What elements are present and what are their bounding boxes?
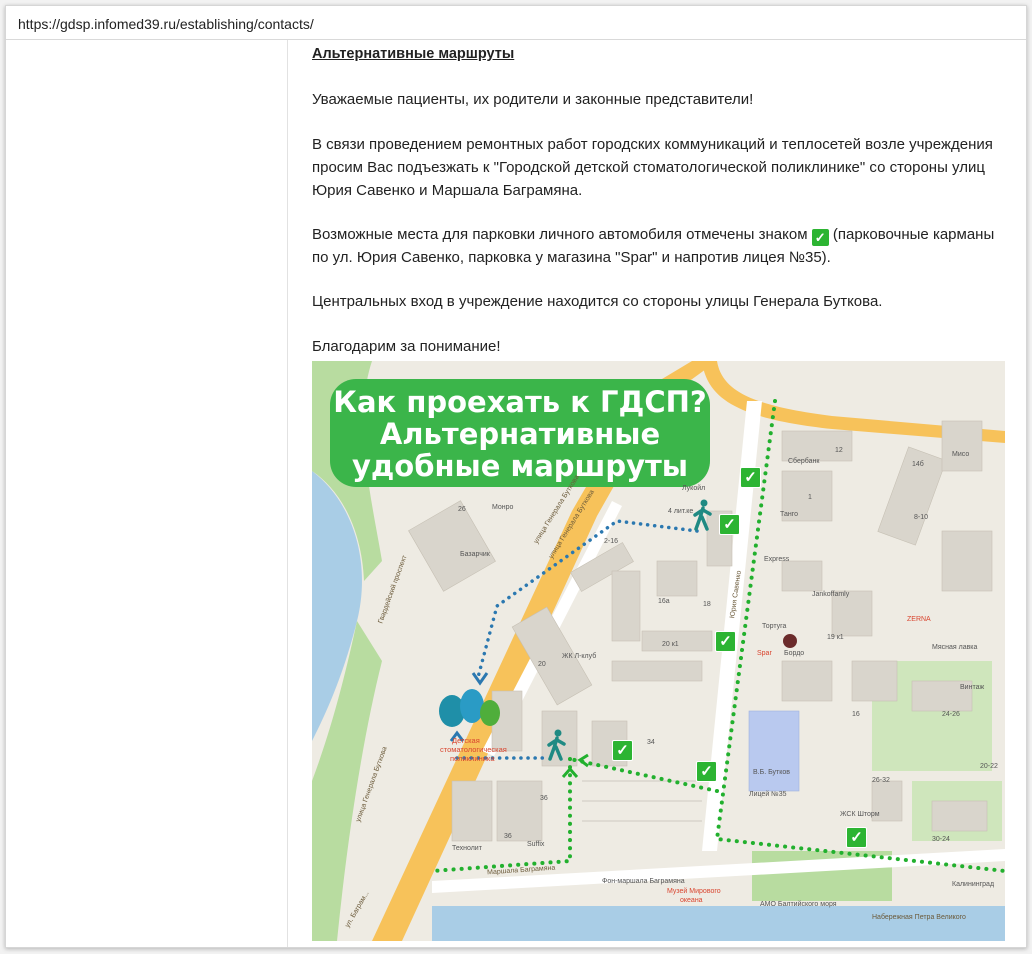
pedestrian-icon — [693, 499, 712, 531]
house-number: 20-22 — [980, 763, 998, 770]
poi-label: Музей Мирового — [667, 888, 721, 895]
parking-check-icon: ✓ — [612, 740, 633, 761]
house-number: 36 — [540, 795, 548, 802]
clinic-label: стоматологическая — [440, 745, 507, 754]
poi-label: Фон-маршала Баграмяна — [602, 878, 685, 885]
left-sidebar — [6, 40, 288, 947]
banner-line-1: Как проехать к ГДСП? — [333, 385, 707, 419]
poi-label: Мясная лавка — [932, 644, 978, 651]
poi-label: АМО Балтийского моря — [760, 901, 837, 908]
parking-check-icon: ✓ — [696, 761, 717, 782]
house-number: 24-26 — [942, 711, 960, 718]
house-number: 36 — [504, 833, 512, 840]
house-number: 12 — [835, 447, 843, 454]
house-number: 20 к1 — [662, 641, 679, 648]
poi-label: Лицей №35 — [749, 791, 787, 798]
house-number: 19 к1 — [827, 634, 844, 641]
house-number: 2-16 — [604, 538, 619, 545]
article-heading: Альтернативные маршруты — [312, 46, 515, 62]
banner-line-3: удобные маршруты — [351, 449, 689, 483]
poi-label: Танго — [780, 511, 799, 518]
house-number: 8-10 — [914, 514, 929, 521]
poi-label: ЖК Л-клуб — [562, 653, 597, 660]
greeting-paragraph: Уважаемые пациенты, их родители и законн… — [312, 91, 754, 108]
poi-label: Бордо — [784, 650, 805, 657]
poi-label: Монро — [492, 504, 514, 511]
house-number: 1 — [808, 494, 812, 501]
clinic-label: Детская — [452, 736, 480, 745]
parking-text-before: Возможные места для парковки личного авт… — [312, 226, 808, 243]
poi-label: океана — [680, 897, 703, 904]
banner-line-2: Альтернативные — [379, 417, 661, 451]
poi-label: Тортуга — [762, 623, 787, 630]
map-banner: Как проехать к ГДСП? Альтернативные удоб… — [330, 379, 710, 487]
poi-label: Калининград — [952, 881, 995, 888]
thanks-paragraph: Благодарим за понимание! — [312, 338, 501, 355]
poi-label: Suffix — [527, 841, 545, 848]
parking-check-icon: ✓ — [846, 827, 867, 848]
notice-paragraph: В связи проведением ремонтных работ горо… — [312, 136, 993, 199]
pedestrian-icon — [547, 729, 566, 761]
house-number: 4 лит.ке — [668, 508, 694, 515]
parking-check-icon: ✓ — [740, 467, 761, 488]
poi-label: ЖСК Шторм — [840, 811, 880, 818]
poi-label: В.Б. Бутков — [753, 769, 790, 776]
house-number: 26-32 — [872, 777, 890, 784]
entrance-paragraph: Центральных вход в учреждение находится … — [312, 293, 883, 310]
route-map-image: Как проехать к ГДСП? Альтернативные удоб… — [312, 361, 1005, 941]
poi-label: Мисо — [952, 451, 970, 458]
house-number: 16 — [852, 711, 860, 718]
poi-label: Jankoffamly — [812, 591, 850, 598]
house-number: 30-24 — [932, 836, 950, 843]
poi-label: Базарчик — [460, 551, 490, 558]
street-label: Набережная Петра Великого — [872, 914, 966, 921]
parking-paragraph: Возможные места для парковки личного авт… — [312, 223, 1012, 269]
poi-label: Spar — [757, 650, 772, 657]
poi-label: ZERNA — [907, 616, 931, 623]
house-number: 18 — [703, 601, 711, 608]
poi-label: Винтаж — [960, 684, 985, 691]
poi-label: Сбербанк — [788, 458, 820, 465]
poi-label: Express — [764, 556, 790, 563]
house-number: 14б — [912, 461, 924, 468]
house-number: 26 — [458, 506, 466, 513]
parking-check-icon: ✓ — [719, 514, 740, 535]
parking-check-icon: ✓ — [715, 631, 736, 652]
poi-label: Лукойл — [682, 485, 706, 492]
poi-label: Технолит — [452, 845, 482, 852]
check-mark-icon: ✓ — [811, 229, 829, 246]
house-number: 16а — [658, 598, 670, 605]
house-number: 34 — [647, 739, 655, 746]
clinic-label: поликлиника — [450, 754, 495, 763]
url-text[interactable]: https://gdsp.infomed39.ru/establishing/c… — [18, 16, 314, 32]
house-number: 20 — [538, 661, 546, 668]
